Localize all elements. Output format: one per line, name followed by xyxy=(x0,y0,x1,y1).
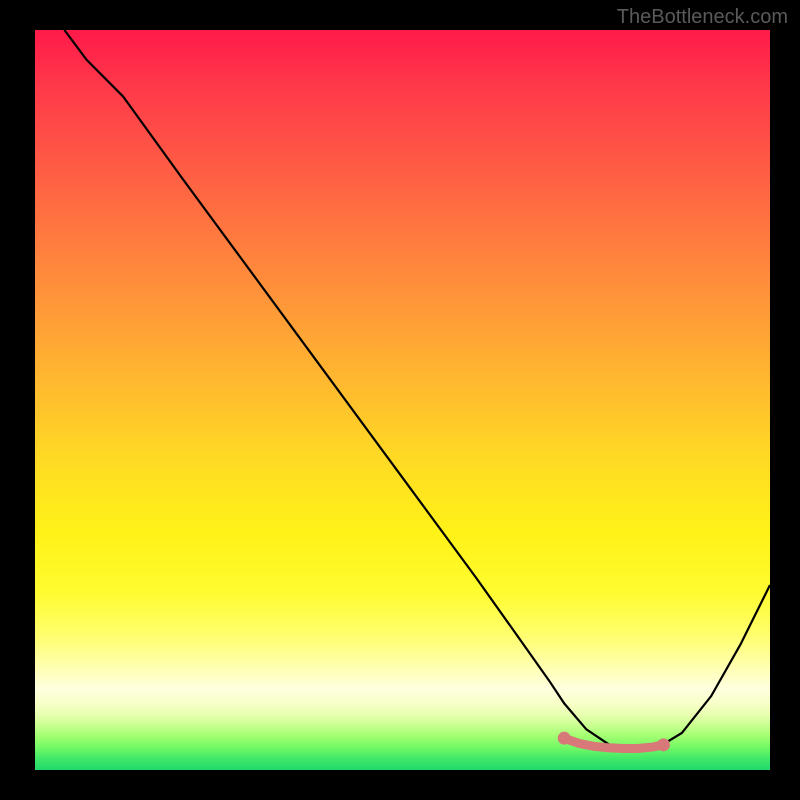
chart-plot-area xyxy=(35,30,770,770)
chart-svg xyxy=(35,30,770,770)
watermark-text: TheBottleneck.com xyxy=(617,6,788,29)
bottleneck-curve-path xyxy=(64,30,770,749)
optimal-left-marker xyxy=(558,732,571,745)
optimal-region-path xyxy=(564,738,663,748)
optimal-right-marker xyxy=(657,738,670,751)
